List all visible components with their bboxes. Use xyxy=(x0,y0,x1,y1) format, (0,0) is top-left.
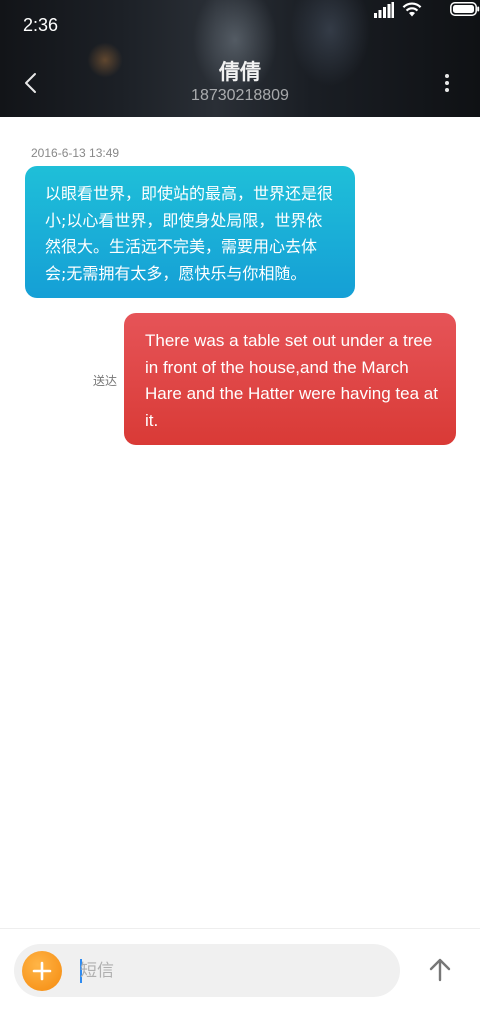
message-text: There was a table set out under a tree i… xyxy=(145,331,438,430)
battery-icon xyxy=(450,2,480,16)
message-text: 以眼看世界，即使站的最高，世界还是很小;以心看世界，即使身处局限，世界依然很大。… xyxy=(45,184,334,283)
arrow-up-icon[interactable] xyxy=(424,954,456,986)
divider xyxy=(0,928,480,929)
wifi-icon xyxy=(402,2,422,17)
delivery-status: 送达 xyxy=(93,374,118,388)
incoming-message-bubble[interactable]: 以眼看世界，即使站的最高，世界还是很小;以心看世界，即使身处局限，世界依然很大。… xyxy=(25,166,355,298)
outgoing-message-bubble[interactable]: There was a table set out under a tree i… xyxy=(124,313,456,445)
message-composer xyxy=(14,944,400,997)
status-bar: 2:36 xyxy=(0,0,480,52)
plus-icon xyxy=(32,961,52,981)
status-time: 2:36 xyxy=(23,15,59,35)
conversation-header: 2:36 倩倩 18730218809 xyxy=(0,0,480,117)
signal-icon xyxy=(374,2,394,18)
message-input[interactable] xyxy=(80,954,380,988)
contact-number: 18730218809 xyxy=(191,87,289,104)
more-vertical-icon[interactable] xyxy=(444,73,450,93)
message-timestamp: 2016-6-13 13:49 xyxy=(31,146,120,160)
chevron-left-icon[interactable] xyxy=(20,70,42,96)
contact-title[interactable]: 倩倩 18730218809 xyxy=(140,58,340,106)
add-attachment-button[interactable] xyxy=(22,951,62,991)
contact-name: 倩倩 xyxy=(219,60,261,84)
